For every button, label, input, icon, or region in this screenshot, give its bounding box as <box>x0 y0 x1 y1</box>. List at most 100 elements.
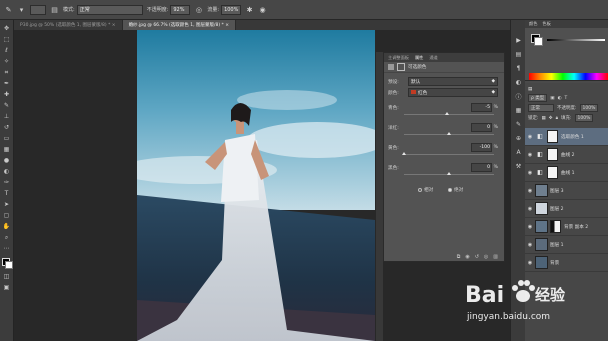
slider-track[interactable] <box>404 112 494 115</box>
stamp-tool-icon[interactable]: ⊥ <box>2 112 11 121</box>
character-icon[interactable]: A <box>514 148 523 157</box>
method-absolute[interactable]: 绝对 <box>448 187 463 193</box>
slider-thumb[interactable] <box>402 152 406 155</box>
layer-row[interactable]: ◉ ◧ 选取颜色 1 <box>525 128 608 146</box>
eye-icon[interactable]: ◉ <box>525 206 535 212</box>
pen-tool-icon[interactable]: ✑ <box>2 178 11 187</box>
tab-properties[interactable]: 属性 <box>415 55 423 61</box>
layer-thumbnail[interactable] <box>535 256 548 269</box>
layer-mask-thumbnail[interactable] <box>547 148 558 161</box>
slider-value-field[interactable]: 0 <box>471 163 492 172</box>
eye-icon[interactable]: ◉ <box>525 170 535 176</box>
dodge-tool-icon[interactable]: ◐ <box>2 167 11 176</box>
fill-field[interactable]: 100% <box>574 114 594 122</box>
lock-all-icon[interactable]: 🔒︎ <box>556 115 558 121</box>
more-tools-icon[interactable]: ⋯ <box>2 244 11 253</box>
pressure-size-icon[interactable]: ◉ <box>258 5 267 14</box>
shape-tool-icon[interactable]: ▢ <box>2 211 11 220</box>
type-tool-icon[interactable]: T <box>2 189 11 198</box>
swatches-icon[interactable]: ▦ <box>514 106 523 115</box>
lasso-tool-icon[interactable]: ℓ <box>2 46 11 55</box>
filter-adjust-icon[interactable]: ◐ <box>558 96 562 101</box>
background-color[interactable] <box>534 37 543 46</box>
document-tab[interactable]: P30.jpg @ 50% (选取颜色 1, 图层蒙版/8) * × <box>14 20 123 30</box>
blend-mode-dropdown[interactable]: 正常 <box>528 104 554 112</box>
mode-dropdown[interactable]: 正常 <box>76 4 143 15</box>
clip-to-layer-icon[interactable]: ⧉ <box>457 254 461 260</box>
info-icon[interactable]: ⓘ <box>514 92 523 101</box>
slider-thumb[interactable] <box>444 112 449 115</box>
history-icon[interactable]: ▶ <box>514 36 523 45</box>
layer-row[interactable]: ◉ 图层 1 <box>525 236 608 254</box>
slider-value-field[interactable]: -100 <box>471 143 492 152</box>
layer-thumbnail[interactable] <box>535 238 548 251</box>
layer-thumbnail[interactable] <box>535 184 548 197</box>
healing-tool-icon[interactable]: ✚ <box>2 90 11 99</box>
eye-icon[interactable]: ◉ <box>525 260 535 266</box>
brush-tool-icon[interactable]: ✎ <box>2 101 11 110</box>
tab-swatches[interactable]: 色板 <box>542 21 550 27</box>
adjustments-icon[interactable]: ◐ <box>514 78 523 87</box>
preset-dropdown[interactable]: 默认 ◆ <box>408 77 498 86</box>
layer-row[interactable]: ◉ 背景 副本 2 <box>525 218 608 236</box>
eye-icon[interactable]: ◉ <box>525 188 535 194</box>
brush-presets-icon[interactable]: ✎ <box>514 120 523 129</box>
layer-row[interactable]: ◉ ◧ 曲线 1 <box>525 164 608 182</box>
zoom-tool-icon[interactable]: ⌕ <box>2 233 11 242</box>
layer-mask-thumbnail[interactable] <box>547 130 558 143</box>
filter-type-icon[interactable]: T <box>565 96 568 101</box>
tab-adjustments[interactable]: 主调整面板 <box>388 55 409 61</box>
gray-slider[interactable] <box>547 39 605 41</box>
marquee-tool-icon[interactable]: ⬚ <box>2 35 11 44</box>
radio-absolute[interactable] <box>448 188 452 192</box>
actions-icon[interactable]: ▤ <box>514 50 523 59</box>
history-brush-icon[interactable]: ↺ <box>2 123 11 132</box>
gradient-tool-icon[interactable]: ▦ <box>2 145 11 154</box>
slider-value-field[interactable]: 0 <box>471 123 492 132</box>
crop-tool-icon[interactable]: ⌗ <box>2 68 11 77</box>
visibility-icon[interactable]: ◎ <box>484 254 488 260</box>
view-previous-icon[interactable]: ◉ <box>465 254 469 260</box>
document-image[interactable] <box>137 30 375 341</box>
layer-mask-thumbnail[interactable] <box>547 166 558 179</box>
chevron-down-icon[interactable]: ▾ <box>17 5 26 14</box>
reset-icon[interactable]: ↺ <box>475 254 479 260</box>
document-tab-active[interactable]: 婚纱.jpg @ 66.7% (选取颜色 1, 图层蒙版/8) * × <box>122 20 236 30</box>
mask-icon[interactable] <box>397 63 405 71</box>
eyedropper-tool-icon[interactable]: ✒ <box>2 79 11 88</box>
blur-tool-icon[interactable]: ● <box>2 156 11 165</box>
eye-icon[interactable]: ◉ <box>525 152 535 158</box>
tool-presets-icon[interactable]: ⚒ <box>514 162 523 171</box>
lock-position-icon[interactable]: ✥ <box>549 116 553 121</box>
slider-track[interactable] <box>404 172 494 175</box>
layer-row[interactable]: ◉ 图层 2 <box>525 200 608 218</box>
method-relative[interactable]: 相对 <box>418 187 433 193</box>
opacity-field[interactable]: 92% <box>170 4 191 15</box>
eye-icon[interactable]: ◉ <box>525 134 535 140</box>
layer-opacity-field[interactable]: 100% <box>579 104 599 112</box>
tab-channels[interactable]: 通道 <box>429 55 437 61</box>
layer-row[interactable]: ◉ 背景 <box>525 254 608 272</box>
slider-value-field[interactable]: -5 <box>471 103 492 112</box>
slider-thumb[interactable] <box>447 172 451 175</box>
delete-icon[interactable]: ▥ <box>493 254 498 260</box>
colors-dropdown[interactable]: 红色 ◆ <box>408 88 498 97</box>
radio-relative[interactable] <box>418 188 422 192</box>
background-color-swatch[interactable] <box>5 261 13 269</box>
eraser-tool-icon[interactable]: ▭ <box>2 134 11 143</box>
screen-mode-icon[interactable]: ▣ <box>2 283 11 292</box>
color-spectrum[interactable] <box>529 73 608 80</box>
quick-mask-icon[interactable]: ◫ <box>2 272 11 281</box>
layer-mask-thumbnail[interactable] <box>550 220 561 233</box>
layer-row[interactable]: ◉ ◧ 曲线 2 <box>525 146 608 164</box>
eye-icon[interactable]: ◉ <box>525 242 535 248</box>
filter-image-icon[interactable]: ▣ <box>550 96 554 101</box>
eye-icon[interactable]: ◉ <box>525 224 535 230</box>
slider-track[interactable] <box>402 152 494 155</box>
quick-select-tool-icon[interactable]: ✧ <box>2 57 11 66</box>
clone-source-icon[interactable]: ⊕ <box>514 134 523 143</box>
layer-kind-dropdown[interactable]: ρ 类型 <box>528 94 548 102</box>
layer-thumbnail[interactable] <box>535 202 548 215</box>
tab-color[interactable]: 颜色 <box>529 21 537 27</box>
airbrush-icon[interactable]: ✱ <box>245 5 254 14</box>
